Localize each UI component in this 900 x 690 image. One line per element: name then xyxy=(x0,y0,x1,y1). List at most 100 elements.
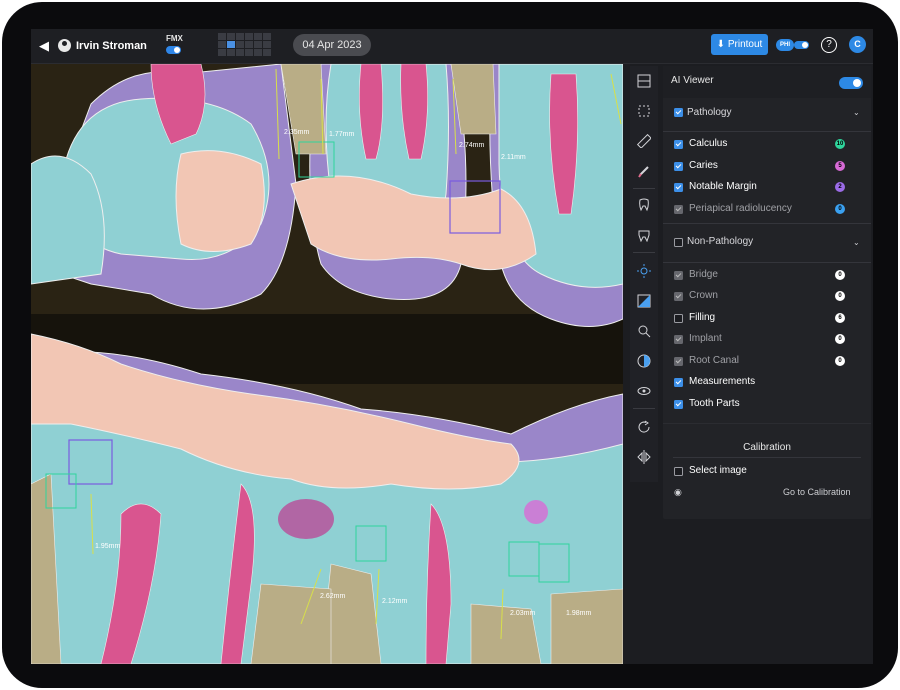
flip-icon[interactable] xyxy=(632,446,656,470)
caries-checkbox[interactable] xyxy=(674,162,683,171)
implant-checkbox[interactable] xyxy=(674,335,683,344)
thumbnail[interactable] xyxy=(263,41,271,48)
thumbnail[interactable] xyxy=(254,41,262,48)
notable-margin-checkbox[interactable] xyxy=(674,183,683,192)
tool-bar xyxy=(630,66,658,482)
count-badge: 10 xyxy=(835,139,845,149)
panel-header: AI Viewer xyxy=(663,66,871,98)
crown-icon[interactable] xyxy=(632,224,656,248)
thumbnail[interactable] xyxy=(263,33,271,40)
root-canal-checkbox[interactable] xyxy=(674,357,683,366)
count-badge: 0 xyxy=(835,291,845,301)
date-pill[interactable]: 04 Apr 2023 xyxy=(293,34,371,56)
non-pathology-checkbox[interactable] xyxy=(674,238,683,247)
select-image-label: Select image xyxy=(689,465,747,476)
zoom-icon[interactable] xyxy=(632,320,656,344)
pathology-section-title: Pathology xyxy=(687,107,732,118)
measurement-label: 2.62mm xyxy=(320,593,345,600)
fmx-label: FMX xyxy=(166,34,183,43)
user-icon xyxy=(58,39,71,52)
divider xyxy=(663,131,871,132)
thumbnail[interactable] xyxy=(254,33,262,40)
tooth-parts-label: Tooth Parts xyxy=(689,398,740,409)
back-arrow-icon[interactable]: ◀ xyxy=(39,38,53,54)
brightness-icon[interactable] xyxy=(632,260,656,284)
measurement-label: 2.12mm xyxy=(382,598,407,605)
panel-title: AI Viewer xyxy=(671,75,714,86)
count-badge: 0 xyxy=(835,270,845,280)
measurement-label: 2.11mm xyxy=(501,154,526,161)
help-icon[interactable]: ? xyxy=(821,37,837,53)
invert-icon[interactable] xyxy=(632,350,656,374)
xray-viewer[interactable]: 2.35mm 1.77mm 2.74mm 2.11mm 1.95mm 2.62m… xyxy=(31,64,623,664)
fmx-thumbnail-grid[interactable] xyxy=(218,33,272,57)
thumbnail[interactable] xyxy=(236,49,244,56)
thumbnail-active[interactable] xyxy=(227,41,235,48)
divider xyxy=(673,457,861,458)
select-image-checkbox[interactable] xyxy=(674,467,683,476)
count-badge: 0 xyxy=(835,356,845,366)
go-to-calibration-link[interactable]: Go to Calibration xyxy=(783,487,851,497)
pathology-checkbox[interactable] xyxy=(674,108,683,117)
thumbnail[interactable] xyxy=(218,49,226,56)
divider xyxy=(633,188,655,189)
divider xyxy=(663,423,871,424)
eye-icon: ◉ xyxy=(674,487,682,497)
thumbnail[interactable] xyxy=(227,33,235,40)
printout-label: Printout xyxy=(727,39,763,50)
filling-checkbox[interactable] xyxy=(674,314,683,323)
chevron-down-icon[interactable]: ⌄ xyxy=(853,238,860,247)
thumbnail[interactable] xyxy=(236,33,244,40)
count-badge: 2 xyxy=(835,182,845,192)
phi-toggle[interactable] xyxy=(794,41,809,49)
eye-icon[interactable] xyxy=(632,380,656,404)
non-pathology-item-label: Crown xyxy=(689,290,718,301)
pathology-item-label: Caries xyxy=(689,160,718,171)
ai-viewer-panel: AI Viewer Pathology ⌄ Calculus 10 Caries… xyxy=(663,66,871,519)
thumbnail[interactable] xyxy=(254,49,262,56)
ai-viewer-toggle[interactable] xyxy=(839,77,863,89)
bridge-checkbox[interactable] xyxy=(674,271,683,280)
avatar[interactable]: C xyxy=(849,36,866,53)
crown-checkbox[interactable] xyxy=(674,292,683,301)
thumbnail[interactable] xyxy=(245,41,253,48)
thumbnail[interactable] xyxy=(263,49,271,56)
divider xyxy=(663,223,871,224)
tooth-parts-checkbox[interactable] xyxy=(674,400,683,409)
non-pathology-item-label: Filling xyxy=(689,312,716,323)
rotate-icon[interactable] xyxy=(632,416,656,440)
divider xyxy=(663,262,871,263)
thumbnail[interactable] xyxy=(245,33,253,40)
phi-label: PHI xyxy=(776,39,794,51)
measurement-label: 1.95mm xyxy=(95,543,120,550)
fmx-toggle[interactable] xyxy=(166,46,181,54)
thumbnail[interactable] xyxy=(245,49,253,56)
tablet-frame: ◀ Irvin Stroman FMX 04 Apr 2023 ⬇ Printo… xyxy=(2,2,898,688)
measurement-label: 2.35mm xyxy=(284,129,309,136)
ruler-icon[interactable] xyxy=(632,130,656,154)
pathology-item-label: Calculus xyxy=(689,138,728,149)
periapical-checkbox[interactable] xyxy=(674,205,683,214)
non-pathology-section-title: Non-Pathology xyxy=(687,236,754,247)
measurement-label: 2.74mm xyxy=(459,142,484,149)
count-badge: 5 xyxy=(835,161,845,171)
chevron-down-icon[interactable]: ⌄ xyxy=(853,108,860,117)
contrast-image-icon[interactable] xyxy=(632,290,656,314)
measurement-label: 1.98mm xyxy=(566,610,591,617)
divider xyxy=(633,252,655,253)
printout-icon: ⬇ xyxy=(716,39,728,50)
crop-icon[interactable] xyxy=(632,100,656,124)
thumbnail[interactable] xyxy=(218,41,226,48)
thumbnail[interactable] xyxy=(218,33,226,40)
thumbnail[interactable] xyxy=(236,41,244,48)
calibration-title: Calibration xyxy=(743,442,791,453)
printout-button[interactable]: ⬇ Printout xyxy=(711,34,768,55)
divider xyxy=(633,408,655,409)
measurements-checkbox[interactable] xyxy=(674,378,683,387)
segmented-xray[interactable]: 2.35mm 1.77mm 2.74mm 2.11mm 1.95mm 2.62m… xyxy=(31,64,623,664)
layout-icon[interactable] xyxy=(632,70,656,94)
tooth-icon[interactable] xyxy=(632,194,656,218)
pen-icon[interactable] xyxy=(632,160,656,184)
calculus-checkbox[interactable] xyxy=(674,140,683,149)
thumbnail[interactable] xyxy=(227,49,235,56)
